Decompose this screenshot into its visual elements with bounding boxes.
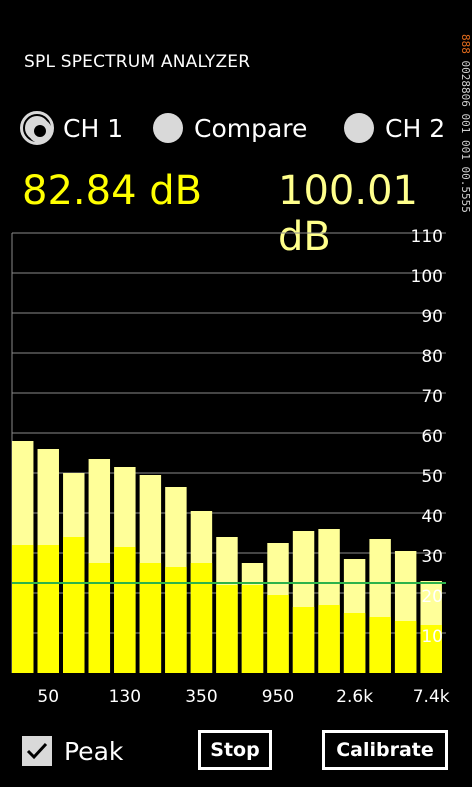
level-bar <box>369 617 391 673</box>
level-bar <box>267 595 289 673</box>
level-bar <box>318 605 340 673</box>
radio-ch2-indicator <box>344 113 374 143</box>
ch1-level-readout: 82.84 dB <box>22 168 203 214</box>
x-tick-label: 2.6k <box>336 687 373 707</box>
peak-checkbox-box <box>22 736 52 766</box>
radio-compare[interactable]: Compare <box>153 108 307 148</box>
radio-ch2-label: CH 2 <box>385 113 446 143</box>
x-tick-label: 350 <box>185 687 217 707</box>
level-bar <box>292 607 315 673</box>
y-tick-label: 50 <box>421 467 443 487</box>
app-title: SPL SPECTRUM ANALYZER <box>24 52 251 72</box>
y-tick-label: 10 <box>421 627 443 647</box>
bottom-controls: Peak Stop Calibrate <box>0 722 472 782</box>
calibrate-button[interactable]: Calibrate <box>322 730 448 770</box>
chart-bars <box>12 441 442 673</box>
level-bar <box>88 563 111 673</box>
y-tick-label: 70 <box>421 387 443 407</box>
radio-ch1-label: CH 1 <box>63 113 124 143</box>
level-bar <box>394 621 417 673</box>
channel-selector: CH 1 Compare CH 2 <box>20 108 462 148</box>
stop-button[interactable]: Stop <box>198 730 272 770</box>
level-bar <box>190 563 213 673</box>
y-tick-label: 90 <box>421 307 443 327</box>
level-bar <box>343 613 366 673</box>
y-tick-label: 60 <box>421 427 443 447</box>
y-tick-label: 110 <box>411 227 443 247</box>
radio-ch1[interactable]: CH 1 <box>20 108 124 148</box>
x-tick-label: 130 <box>109 687 141 707</box>
y-tick-label: 20 <box>421 587 443 607</box>
radio-ch2[interactable]: CH 2 <box>344 108 445 148</box>
y-tick-label: 100 <box>411 267 443 287</box>
check-icon <box>26 742 48 760</box>
level-bar <box>241 585 264 673</box>
level-bar <box>12 545 34 673</box>
y-tick-label: 40 <box>421 507 443 527</box>
radio-ch1-indicator <box>20 111 54 145</box>
radio-compare-indicator <box>153 113 183 143</box>
debug-info-part2: 0028806 001 001 00.5555 <box>459 60 472 213</box>
x-tick-label: 7.4k <box>413 687 450 707</box>
x-tick-label: 50 <box>37 687 59 707</box>
level-bar <box>139 563 162 673</box>
level-bar <box>37 545 59 673</box>
radio-compare-label: Compare <box>194 113 308 143</box>
level-bar <box>114 547 136 673</box>
y-tick-label: 80 <box>421 347 443 367</box>
level-bar <box>63 537 85 673</box>
peak-label: Peak <box>64 736 124 766</box>
y-tick-label: 30 <box>421 547 443 567</box>
x-tick-label: 950 <box>262 687 294 707</box>
peak-checkbox[interactable]: Peak <box>22 736 123 766</box>
spectrum-chart: 10 20 30 40 50 60 70 80 90 100 110 50 130 350 950 2.6k 7… <box>11 227 450 707</box>
debug-info-part1: 888 <box>459 34 472 54</box>
level-bar <box>216 585 238 673</box>
